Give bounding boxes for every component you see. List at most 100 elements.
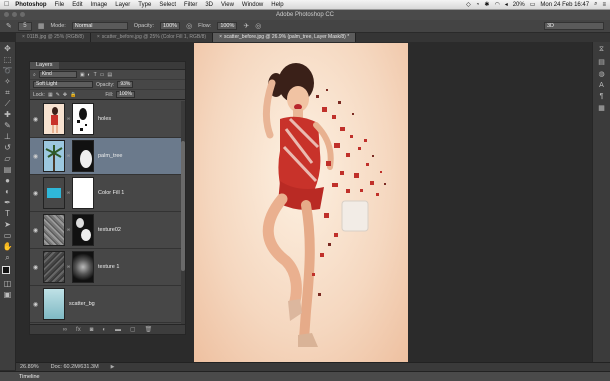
clock[interactable]: Mon 24 Feb 16:47 bbox=[540, 2, 589, 8]
flow-field[interactable]: 100% bbox=[217, 22, 238, 30]
pen-tool-icon[interactable]: ✒ bbox=[2, 198, 14, 208]
brush-tool-icon[interactable]: ✎ bbox=[2, 121, 14, 131]
layer-mask-thumbnail[interactable] bbox=[72, 251, 94, 283]
clone-stamp-tool-icon[interactable]: ⊥ bbox=[2, 132, 14, 142]
gradient-tool-icon[interactable]: ▤ bbox=[2, 165, 14, 175]
layer-thumbnail[interactable] bbox=[43, 214, 65, 246]
menu-photoshop[interactable]: Photoshop bbox=[15, 2, 46, 8]
spotlight-search-icon[interactable]: ⌕ bbox=[594, 1, 597, 8]
mask-link-icon[interactable]: ∞ bbox=[65, 190, 72, 196]
menu-window[interactable]: Window bbox=[242, 2, 263, 8]
lock-all-icon[interactable]: 🔒 bbox=[70, 92, 76, 98]
history-panel-icon[interactable]: ⧖ bbox=[599, 46, 604, 54]
visibility-eye-icon[interactable]: ◉ bbox=[30, 264, 41, 271]
document-image[interactable] bbox=[194, 43, 408, 363]
dodge-tool-icon[interactable]: ◐ bbox=[2, 187, 14, 197]
battery-percent[interactable]: 20% bbox=[513, 2, 525, 8]
path-select-tool-icon[interactable]: ➤ bbox=[2, 220, 14, 230]
tab-scatter-color-fill[interactable]: × scatter_before.jpg @ 25% (Color Fill 1,… bbox=[90, 33, 214, 42]
layer-style-icon[interactable]: fx bbox=[76, 327, 81, 333]
menu-3d[interactable]: 3D bbox=[205, 2, 213, 8]
swatches-panel-icon[interactable]: ▦ bbox=[598, 104, 605, 112]
close-tab-icon[interactable]: × bbox=[97, 34, 100, 40]
quick-select-tool-icon[interactable]: ✧ bbox=[2, 77, 14, 87]
move-tool-icon[interactable]: ✥ bbox=[2, 44, 14, 54]
minimize-window-button[interactable] bbox=[12, 12, 17, 17]
opacity-field[interactable]: 100% bbox=[159, 22, 181, 30]
character-panel-icon[interactable]: A bbox=[599, 82, 604, 89]
hand-tool-icon[interactable]: ✋ bbox=[2, 242, 14, 252]
zoom-window-button[interactable] bbox=[20, 12, 25, 17]
color-panel-icon[interactable]: ◍ bbox=[598, 70, 604, 78]
filter-adjustment-icon[interactable]: ◐ bbox=[88, 72, 91, 78]
brush-size-picker[interactable]: 5 bbox=[17, 21, 32, 31]
close-tab-icon[interactable]: × bbox=[22, 34, 25, 40]
timeline-tab[interactable]: Timeline bbox=[19, 374, 40, 380]
tab-011b[interactable]: × 011B.jpg @ 25% (RGB/8) bbox=[16, 33, 91, 42]
brush-panel-icon[interactable]: ▦ bbox=[38, 22, 45, 30]
eraser-tool-icon[interactable]: ▱ bbox=[2, 154, 14, 164]
layer-opacity-field[interactable]: 93% bbox=[117, 81, 134, 88]
layer-name[interactable]: texture02 bbox=[98, 227, 121, 233]
eyedropper-tool-icon[interactable]: ⟋ bbox=[2, 99, 14, 109]
filter-smart-object-icon[interactable]: ▤ bbox=[107, 72, 112, 78]
mode-dropdown[interactable]: Normal bbox=[71, 22, 128, 30]
mask-link-icon[interactable]: ∞ bbox=[65, 264, 72, 270]
visibility-eye-icon[interactable]: ◉ bbox=[30, 301, 41, 308]
properties-panel-icon[interactable]: ▤ bbox=[598, 58, 605, 66]
visibility-eye-icon[interactable]: ◉ bbox=[30, 116, 41, 123]
notification-center-icon[interactable]: ≡ bbox=[602, 2, 606, 8]
document-size[interactable]: Doc: 60.2M/631.3M bbox=[51, 364, 99, 370]
menu-edit[interactable]: Edit bbox=[72, 2, 82, 8]
layer-mask-thumbnail[interactable] bbox=[72, 103, 94, 135]
time-machine-icon[interactable]: ◔ bbox=[476, 2, 480, 8]
dropbox-icon[interactable]: ◇ bbox=[466, 1, 471, 8]
bluetooth-icon[interactable]: ✱ bbox=[484, 1, 489, 8]
paragraph-panel-icon[interactable]: ¶ bbox=[600, 93, 604, 100]
filter-kind-dropdown[interactable]: Kind bbox=[38, 71, 77, 78]
menu-filter[interactable]: Filter bbox=[184, 2, 197, 8]
airbrush-icon[interactable]: ✈ bbox=[243, 22, 249, 30]
filter-type-icon[interactable]: T bbox=[94, 72, 97, 78]
fill-field[interactable]: 100% bbox=[116, 91, 135, 98]
layer-row-holes[interactable]: ◉ ∞ holes bbox=[30, 101, 184, 138]
pressure-size-icon[interactable]: ◎ bbox=[255, 22, 261, 30]
screen-mode-icon[interactable]: ▣ bbox=[2, 290, 14, 300]
add-mask-icon[interactable]: ◙ bbox=[90, 327, 94, 333]
mask-link-icon[interactable]: ∞ bbox=[65, 227, 72, 233]
filter-shape-icon[interactable]: ▭ bbox=[100, 72, 105, 78]
marquee-tool-icon[interactable]: ⬚ bbox=[2, 55, 14, 65]
wifi-icon[interactable]: ◠ bbox=[494, 1, 499, 8]
mask-link-icon[interactable]: ∞ bbox=[65, 116, 72, 122]
history-brush-tool-icon[interactable]: ↺ bbox=[2, 143, 14, 153]
layer-row-color-fill[interactable]: ◉ ∞ Color Fill 1 bbox=[30, 175, 184, 212]
lock-image-icon[interactable]: ✎ bbox=[56, 92, 60, 98]
close-window-button[interactable] bbox=[4, 12, 9, 17]
visibility-eye-icon[interactable]: ◉ bbox=[30, 190, 41, 197]
layer-name[interactable]: holes bbox=[98, 116, 111, 122]
menu-type[interactable]: Type bbox=[138, 2, 151, 8]
tab-layers[interactable]: Layers bbox=[30, 62, 59, 69]
layer-thumbnail[interactable] bbox=[43, 103, 65, 135]
layer-name[interactable]: scatter_bg bbox=[69, 301, 95, 307]
layer-row-scatter-bg[interactable]: ◉ scatter_bg bbox=[30, 286, 184, 323]
menu-select[interactable]: Select bbox=[159, 2, 176, 8]
mask-link-icon[interactable]: ∞ bbox=[65, 153, 72, 159]
layer-row-texture02[interactable]: ◉ ∞ texture02 bbox=[30, 212, 184, 249]
filter-pixel-icon[interactable]: ▣ bbox=[80, 72, 85, 78]
layer-name[interactable]: Color Fill 1 bbox=[98, 190, 124, 196]
delete-layer-icon[interactable]: 🗑 bbox=[145, 326, 153, 333]
lock-transparent-icon[interactable]: ▦ bbox=[48, 92, 53, 98]
lock-position-icon[interactable]: ✥ bbox=[63, 92, 67, 98]
blur-tool-icon[interactable]: ● bbox=[2, 176, 14, 186]
layer-thumbnail[interactable] bbox=[43, 251, 65, 283]
status-menu-arrow-icon[interactable]: ▶ bbox=[111, 364, 115, 370]
timeline-panel[interactable]: Timeline bbox=[0, 371, 610, 381]
layer-row-palm-tree[interactable]: ◉ ∞ palm_tree bbox=[30, 138, 184, 175]
layer-name[interactable]: palm_tree bbox=[98, 153, 122, 159]
zoom-level[interactable]: 26.89% bbox=[20, 364, 39, 370]
crop-tool-icon[interactable]: ⌗ bbox=[2, 88, 14, 98]
layer-thumbnail[interactable] bbox=[43, 288, 65, 320]
layer-thumbnail[interactable] bbox=[43, 177, 65, 209]
layer-thumbnail[interactable] bbox=[43, 140, 65, 172]
